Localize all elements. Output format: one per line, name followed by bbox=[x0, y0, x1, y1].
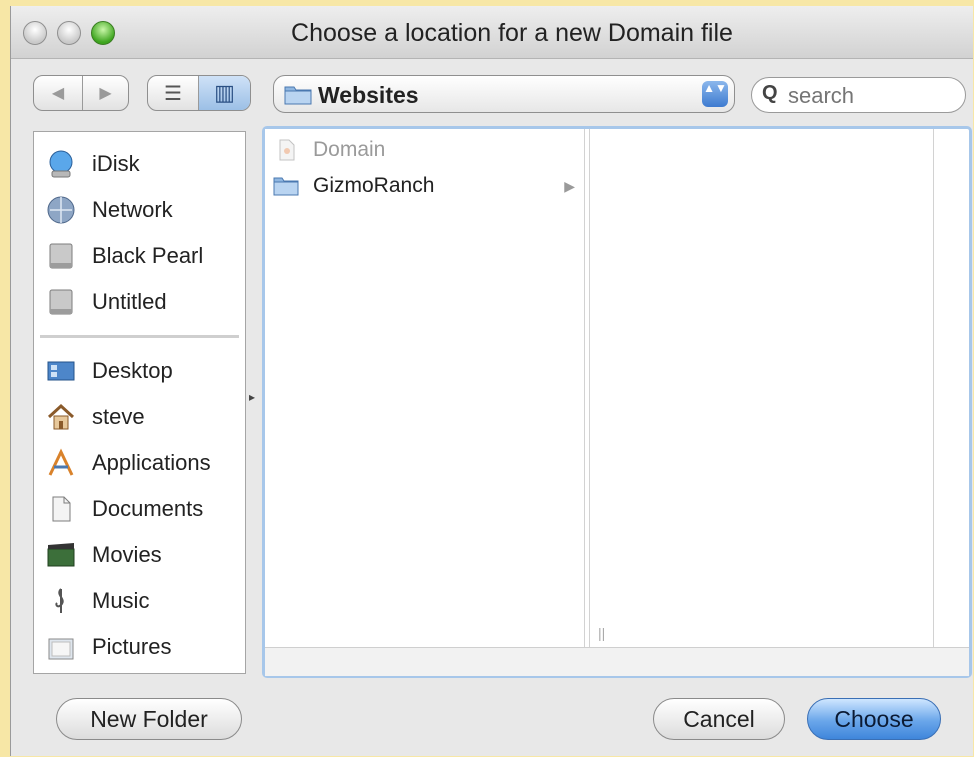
sidebar-item-applications[interactable]: Applications bbox=[34, 443, 245, 483]
location-popup[interactable]: Websites ▲▼ bbox=[273, 75, 735, 113]
list-view-icon: ☰ bbox=[164, 82, 182, 105]
forward-button[interactable]: ▶ bbox=[82, 76, 128, 110]
sidebar-item-label: steve bbox=[92, 404, 145, 429]
sidebar: iDisk Network Black Pearl Untitled Deskt… bbox=[33, 131, 246, 674]
sidebar-item-label: Documents bbox=[92, 496, 204, 521]
documents-icon bbox=[52, 496, 71, 522]
back-arrow-icon: ◀ bbox=[51, 85, 65, 102]
folder-icon bbox=[273, 177, 299, 196]
folder-icon bbox=[284, 86, 312, 105]
horizontal-scrollbar[interactable] bbox=[265, 647, 969, 676]
browser-column-1: Domain GizmoRanch ▶ bbox=[265, 129, 585, 647]
sidebar-item-label: Movies bbox=[92, 542, 162, 567]
popup-stepper-icon: ▲▼ bbox=[702, 81, 728, 107]
title-bar: Choose a location for a new Domain file bbox=[11, 6, 973, 59]
disclosure-arrow-icon: ▶ bbox=[564, 178, 575, 194]
location-label: Websites bbox=[318, 82, 419, 108]
hard-drive-icon bbox=[49, 289, 73, 315]
sidebar-item-label: Applications bbox=[92, 450, 211, 475]
browser-column-2: || bbox=[589, 129, 934, 647]
sidebar-item-documents[interactable]: Documents bbox=[34, 489, 245, 529]
movies-icon bbox=[47, 543, 75, 567]
column-browser: Domain GizmoRanch ▶ || bbox=[262, 126, 972, 678]
applications-icon bbox=[48, 448, 74, 476]
back-forward-control: ◀ ▶ bbox=[33, 75, 129, 111]
list-item-gizmoranch[interactable]: GizmoRanch ▶ bbox=[265, 171, 583, 205]
sidebar-item-pictures[interactable]: Pictures bbox=[34, 627, 245, 667]
column-view-icon: ▥ bbox=[214, 80, 235, 105]
window-title: Choose a location for a new Domain file bbox=[291, 19, 733, 47]
view-mode-control: ☰ ▥ bbox=[147, 75, 251, 111]
sidebar-item-label: iDisk bbox=[92, 151, 140, 176]
sidebar-item-steve[interactable]: steve bbox=[34, 397, 245, 437]
search-field[interactable]: Q bbox=[751, 77, 966, 113]
sidebar-item-movies[interactable]: Movies bbox=[34, 535, 245, 575]
sidebar-split-handle[interactable]: ▸ bbox=[249, 390, 255, 404]
network-icon bbox=[47, 196, 75, 224]
column-view-button[interactable]: ▥ bbox=[198, 76, 250, 110]
sidebar-item-untitled[interactable]: Untitled bbox=[34, 282, 245, 322]
list-item-label: GizmoRanch bbox=[313, 174, 435, 197]
search-icon: Q bbox=[762, 82, 778, 104]
toolbar: ◀ ▶ ☰ ▥ Websites ▲▼ Q bbox=[11, 59, 973, 129]
idisk-icon bbox=[49, 150, 73, 178]
sidebar-item-black-pearl[interactable]: Black Pearl bbox=[34, 236, 245, 276]
music-icon bbox=[55, 588, 64, 613]
hard-drive-icon bbox=[49, 243, 73, 269]
pictures-icon bbox=[48, 638, 74, 660]
sidebar-item-network[interactable]: Network bbox=[34, 190, 245, 230]
choose-button[interactable]: Choose bbox=[807, 698, 941, 740]
sidebar-divider bbox=[40, 335, 239, 338]
sidebar-item-label: Untitled bbox=[92, 289, 167, 314]
sidebar-item-idisk[interactable]: iDisk bbox=[34, 144, 245, 184]
desktop-icon bbox=[47, 361, 75, 381]
list-item-domain[interactable]: Domain bbox=[265, 135, 583, 169]
new-folder-button[interactable]: New Folder bbox=[56, 698, 242, 740]
forward-arrow-icon: ▶ bbox=[99, 85, 112, 102]
dialog-window: Choose a location for a new Domain file … bbox=[10, 6, 973, 756]
sidebar-item-label: Pictures bbox=[92, 634, 172, 659]
list-item-label: Domain bbox=[313, 138, 386, 161]
sidebar-item-label: Black Pearl bbox=[92, 243, 204, 268]
home-icon bbox=[47, 403, 75, 430]
sidebar-item-music[interactable]: Music bbox=[34, 581, 245, 621]
sidebar-item-label: Network bbox=[92, 197, 173, 222]
sidebar-item-desktop[interactable]: Desktop bbox=[34, 351, 245, 391]
cancel-button[interactable]: Cancel bbox=[653, 698, 785, 740]
document-icon bbox=[279, 139, 295, 161]
back-button[interactable]: ◀ bbox=[34, 76, 82, 110]
sidebar-item-label: Music bbox=[92, 588, 150, 613]
list-view-button[interactable]: ☰ bbox=[148, 76, 198, 110]
search-input[interactable] bbox=[786, 82, 960, 110]
column-resize-handle[interactable]: || bbox=[598, 625, 605, 641]
sidebar-item-label: Desktop bbox=[92, 358, 173, 383]
